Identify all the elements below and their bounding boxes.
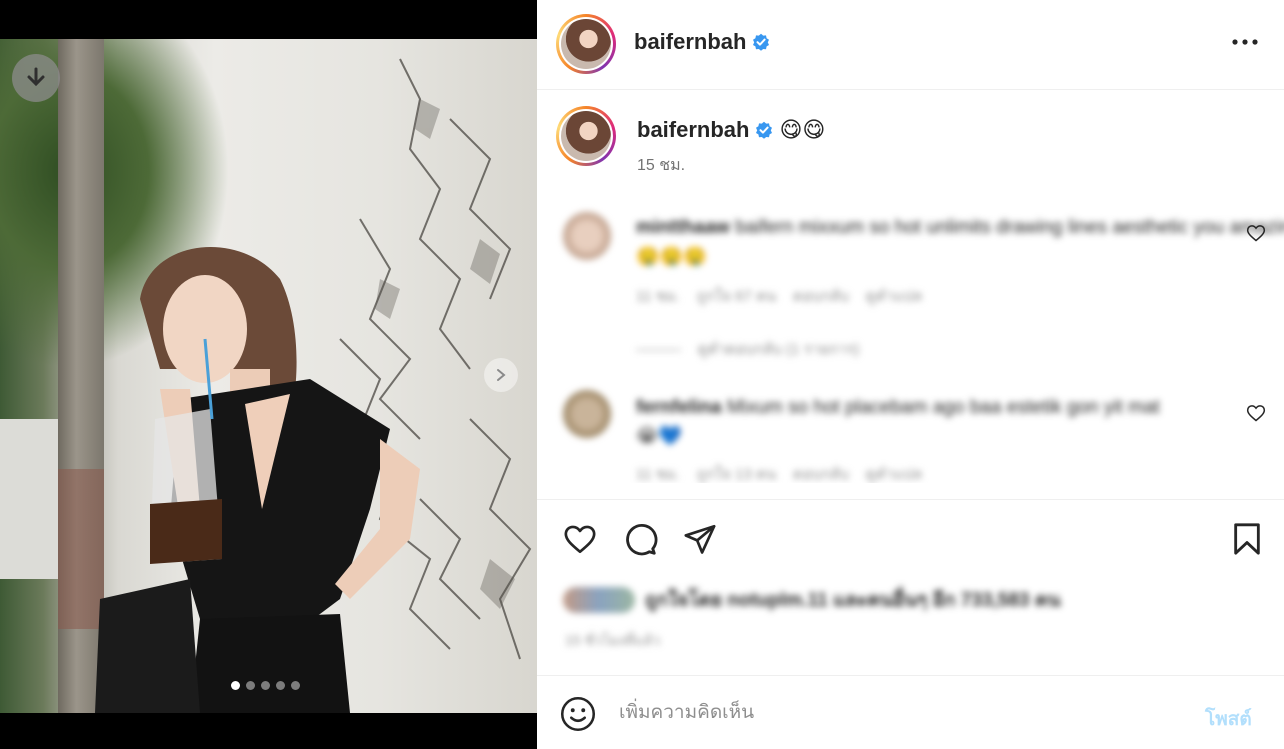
carousel-dot-active <box>231 681 240 690</box>
bookmark-icon <box>1234 523 1260 555</box>
comment-body: mintthaaw baifern mixxum so hot unlimits… <box>636 217 1284 239</box>
photo-person <box>95 246 420 713</box>
comment-username[interactable]: fernfelina <box>636 397 722 418</box>
comment-text: Mixum so hot placebam ago baa estetik go… <box>726 397 1160 418</box>
comment-composer: โพสต์ <box>537 675 1284 749</box>
caption-username[interactable]: baifernbah <box>637 117 749 143</box>
carousel-dot <box>291 681 300 690</box>
save-button[interactable] <box>1228 520 1266 558</box>
post-comment-button[interactable]: โพสต์ <box>1205 704 1252 734</box>
avatar-image <box>561 19 611 69</box>
comment-like-heart-icon[interactable] <box>1246 403 1266 423</box>
caption-time[interactable]: 15 ชม. <box>637 153 685 178</box>
view-replies-label: ดูคำตอบกลับ (1 รายการ) <box>697 341 860 358</box>
next-slide-button[interactable] <box>484 358 518 392</box>
arrow-down-icon <box>27 67 45 87</box>
likes-summary[interactable]: ถูกใจโดย notuplm.11 และคนอื่นๆ อีก 733,5… <box>563 585 1060 615</box>
caption-line: baifernbah 😋😋 <box>637 117 825 143</box>
caption-text: 😋😋 <box>779 117 826 142</box>
carousel-dot <box>246 681 255 690</box>
post-date[interactable]: 15 ชั่วโมงที่แล้ว <box>565 630 660 652</box>
more-options-button[interactable] <box>1230 30 1260 54</box>
carousel-dot <box>261 681 270 690</box>
post-header: baifernbah <box>537 0 1284 90</box>
comment-translate[interactable]: ดูคำแปล <box>866 466 923 483</box>
comment-button[interactable] <box>621 520 659 558</box>
avatar-ring <box>559 109 613 163</box>
header-username[interactable]: baifernbah <box>634 29 746 55</box>
comments-list: mintthaaw baifern mixxum so hot unlimits… <box>537 200 1284 483</box>
avatar-image <box>561 111 611 161</box>
comment-like-heart-icon[interactable] <box>1246 223 1266 243</box>
verified-badge-icon <box>753 33 770 51</box>
liker-avatars <box>563 587 635 613</box>
comment-icon <box>626 524 658 556</box>
comment-body: fernfelina Mixum so hot placebam ago baa… <box>636 397 1160 419</box>
avatar-ring <box>559 17 613 71</box>
comment-emoji: 🤤🤤🤤 <box>636 247 707 268</box>
comment-time: 11 ชม. <box>636 466 680 483</box>
caption-avatar[interactable] <box>556 106 616 166</box>
view-replies-line: ——— <box>636 341 681 358</box>
comment-emoji: 😭💙 <box>636 426 682 447</box>
likes-text: ถูกใจโดย notuplm.11 และคนอื่นๆ อีก 733,5… <box>645 590 1061 611</box>
header-user: baifernbah <box>634 29 770 55</box>
post-side-panel: baifernbah baifernbah 😋😋 15 ชม. mintthaa… <box>537 0 1284 749</box>
comment-input[interactable] <box>619 696 1179 730</box>
comment-likes[interactable]: ถูกใจ 67 คน <box>697 288 777 305</box>
comment-text: baifern mixxum so hot unlimits drawing l… <box>735 217 1284 238</box>
heart-icon <box>564 525 596 554</box>
download-button[interactable] <box>12 54 60 102</box>
share-button[interactable] <box>681 520 719 558</box>
media-pane <box>0 0 537 749</box>
comment-username[interactable]: mintthaaw <box>636 217 730 238</box>
post-actions <box>537 499 1284 579</box>
like-button[interactable] <box>561 520 599 558</box>
comment-avatar[interactable] <box>563 212 611 260</box>
chevron-right-icon <box>497 369 506 381</box>
ellipsis-icon <box>1232 39 1258 45</box>
comment-time: 11 ชม. <box>636 288 680 305</box>
comment-reply[interactable]: ตอบกลับ <box>793 288 849 305</box>
verified-badge-icon <box>756 121 773 139</box>
comment-meta: 11 ชม. ถูกใจ 67 คน ตอบกลับ ดูคำแปล <box>636 284 922 308</box>
carousel-dots <box>231 681 300 690</box>
comment-avatar[interactable] <box>563 390 611 438</box>
comment-meta: 11 ชม. ถูกใจ 13 คน ตอบกลับ ดูคำแปล <box>636 462 922 483</box>
send-icon <box>684 524 716 554</box>
post-caption: baifernbah 😋😋 15 ชม. <box>537 90 1284 200</box>
comment-likes[interactable]: ถูกใจ 13 คน <box>697 466 777 483</box>
post-photo[interactable] <box>0 39 537 713</box>
view-replies[interactable]: ——— ดูคำตอบกลับ (1 รายการ) <box>636 337 859 361</box>
carousel-dot <box>276 681 285 690</box>
emoji-smiley-icon[interactable] <box>560 696 596 732</box>
comment-translate[interactable]: ดูคำแปล <box>866 288 923 305</box>
avatar[interactable] <box>556 14 616 74</box>
comment-reply[interactable]: ตอบกลับ <box>793 466 849 483</box>
